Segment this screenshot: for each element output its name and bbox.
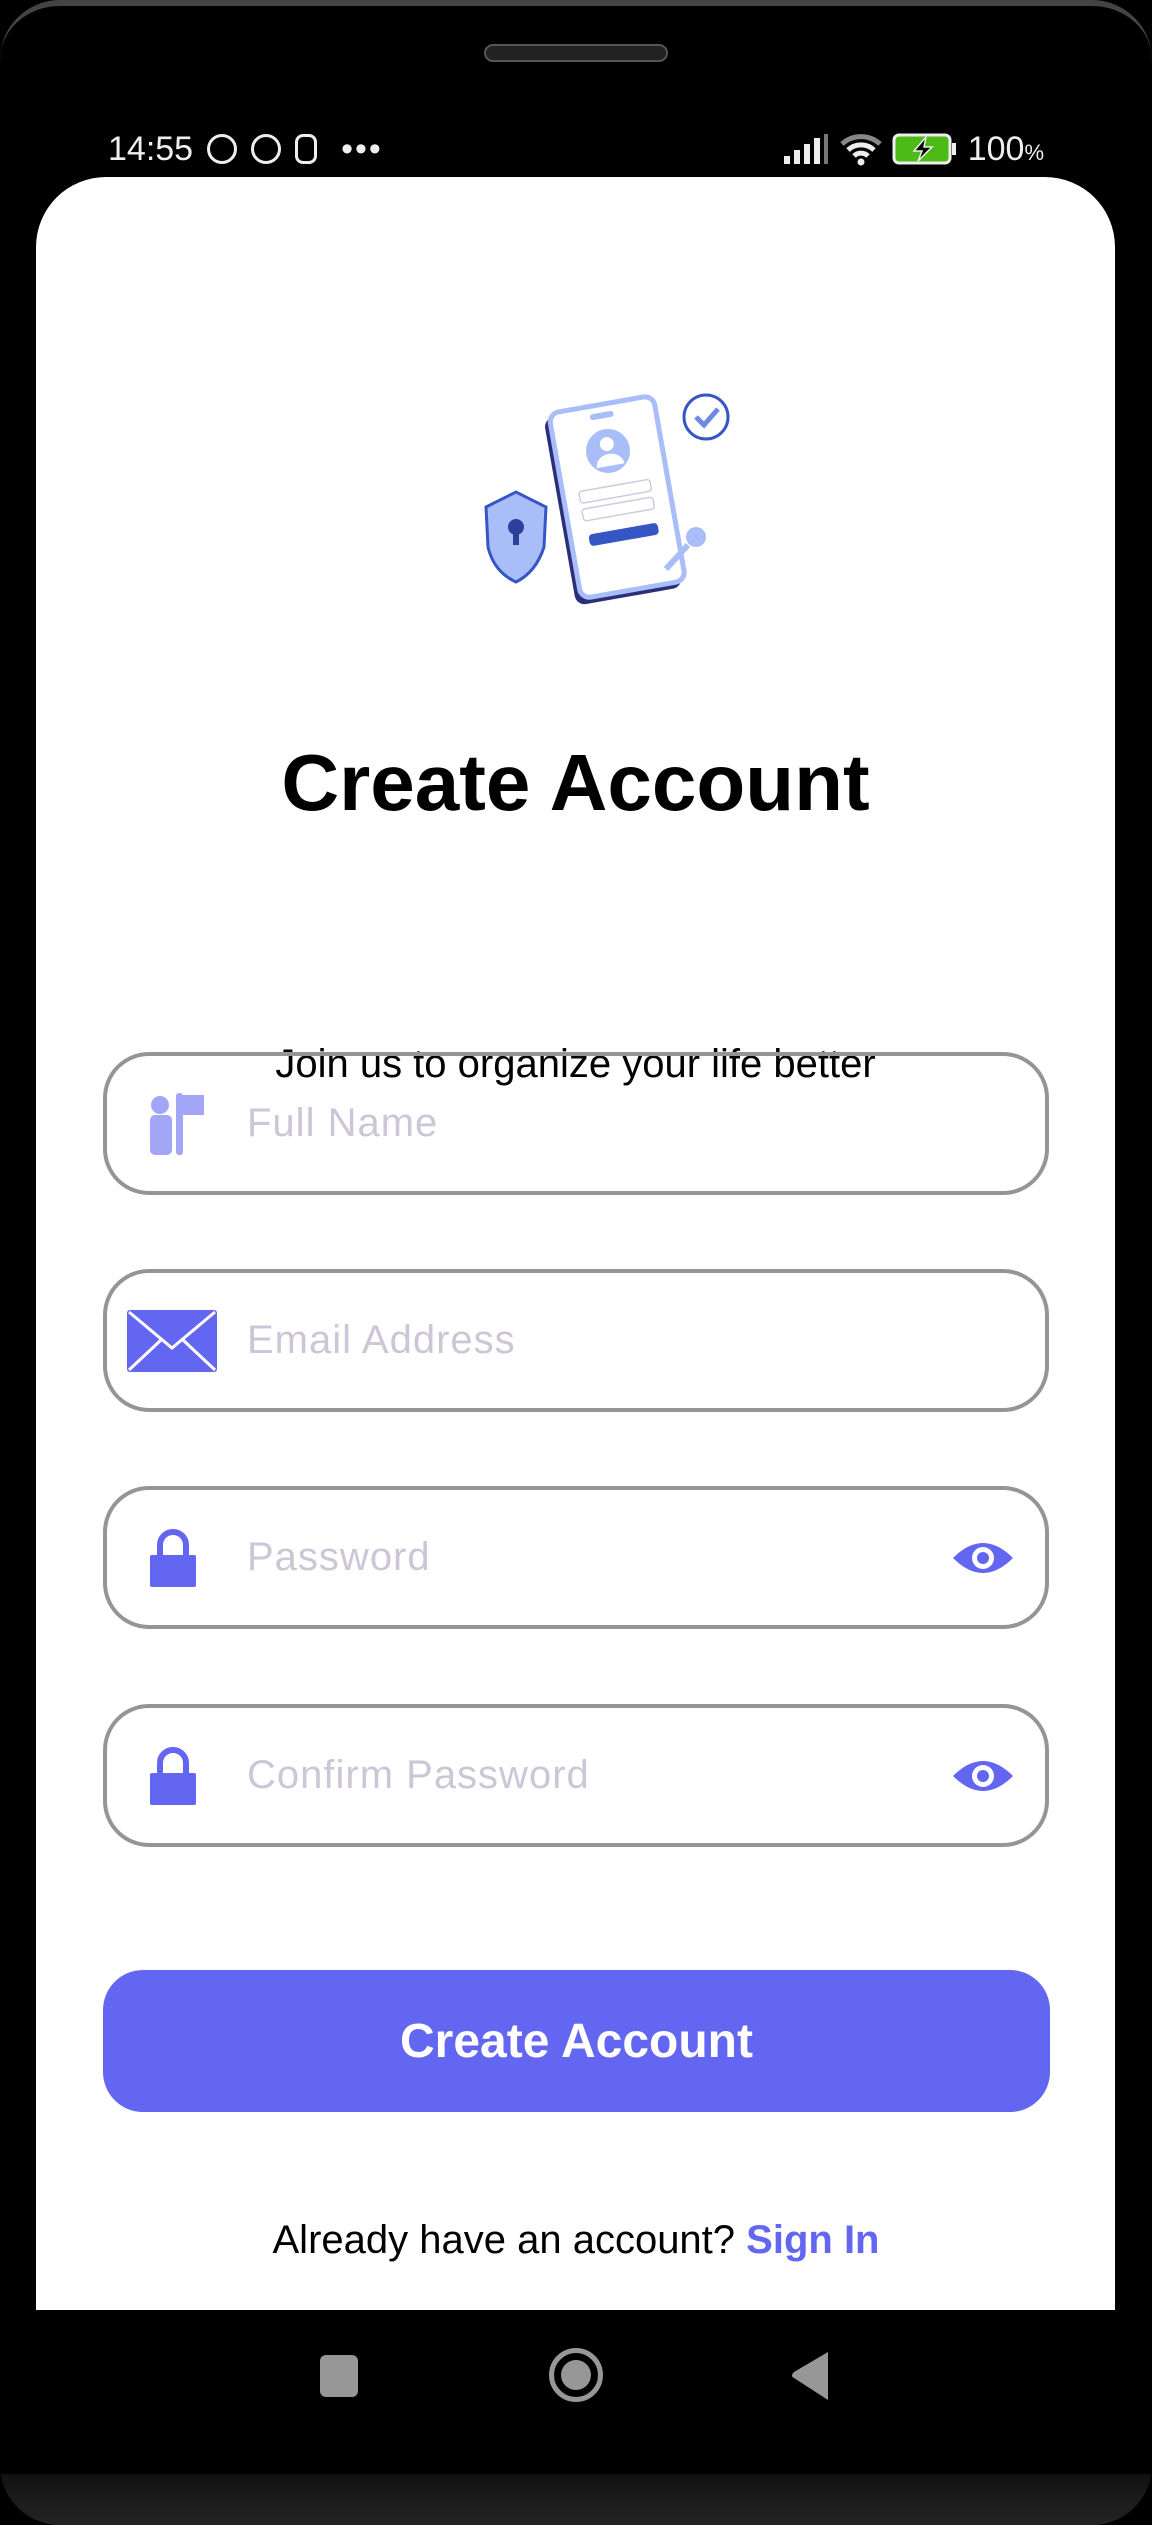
full-name-placeholder: Full Name — [247, 1101, 439, 1145]
create-account-button[interactable]: Create Account — [103, 1970, 1050, 2112]
lock-icon — [137, 1740, 209, 1812]
full-name-input[interactable]: Full Name — [103, 1052, 1049, 1195]
signin-prompt: Already have an account? Sign In — [0, 2218, 1152, 2263]
home-button[interactable] — [549, 2348, 603, 2402]
confirm-password-input[interactable]: Confirm Password — [103, 1704, 1049, 1847]
email-input[interactable]: Email Address — [103, 1269, 1049, 1412]
sign-in-link[interactable]: Sign In — [746, 2218, 879, 2262]
show-confirm-password-eye-icon[interactable] — [951, 1752, 1015, 1800]
whatsapp-icon — [207, 134, 238, 164]
more-notifications-icon: ••• — [341, 129, 383, 168]
show-password-eye-icon[interactable] — [951, 1534, 1015, 1582]
speaker-grille — [484, 44, 668, 62]
signal-icon — [783, 134, 828, 164]
password-input[interactable]: Password — [103, 1486, 1049, 1629]
phone-bottom-bezel — [0, 2474, 1152, 2525]
password-placeholder: Password — [247, 1535, 431, 1579]
battery-charging-icon — [892, 133, 956, 165]
person-flag-icon — [137, 1088, 209, 1160]
phone-frame: 14:55 ••• 100% Create Account Join us to… — [0, 0, 1152, 2525]
status-time: 14:55 — [108, 129, 194, 168]
battery-percentage: 100% — [967, 129, 1044, 168]
android-nav-bar — [0, 2326, 1152, 2426]
status-bar: 14:55 ••• 100% — [108, 124, 1044, 174]
lock-icon — [137, 1522, 209, 1594]
whatsapp-icon — [251, 134, 282, 164]
confirm-password-placeholder: Confirm Password — [247, 1753, 590, 1797]
wifi-icon — [840, 134, 882, 166]
mail-icon — [127, 1305, 217, 1377]
signin-prompt-text: Already have an account? — [272, 2218, 736, 2262]
page-title: Create Account — [281, 738, 870, 827]
back-button[interactable] — [790, 2350, 830, 2402]
recent-apps-button[interactable] — [320, 2355, 358, 2397]
app-notification-icon — [295, 134, 318, 164]
signup-illustration — [484, 393, 730, 605]
email-placeholder: Email Address — [247, 1318, 516, 1362]
